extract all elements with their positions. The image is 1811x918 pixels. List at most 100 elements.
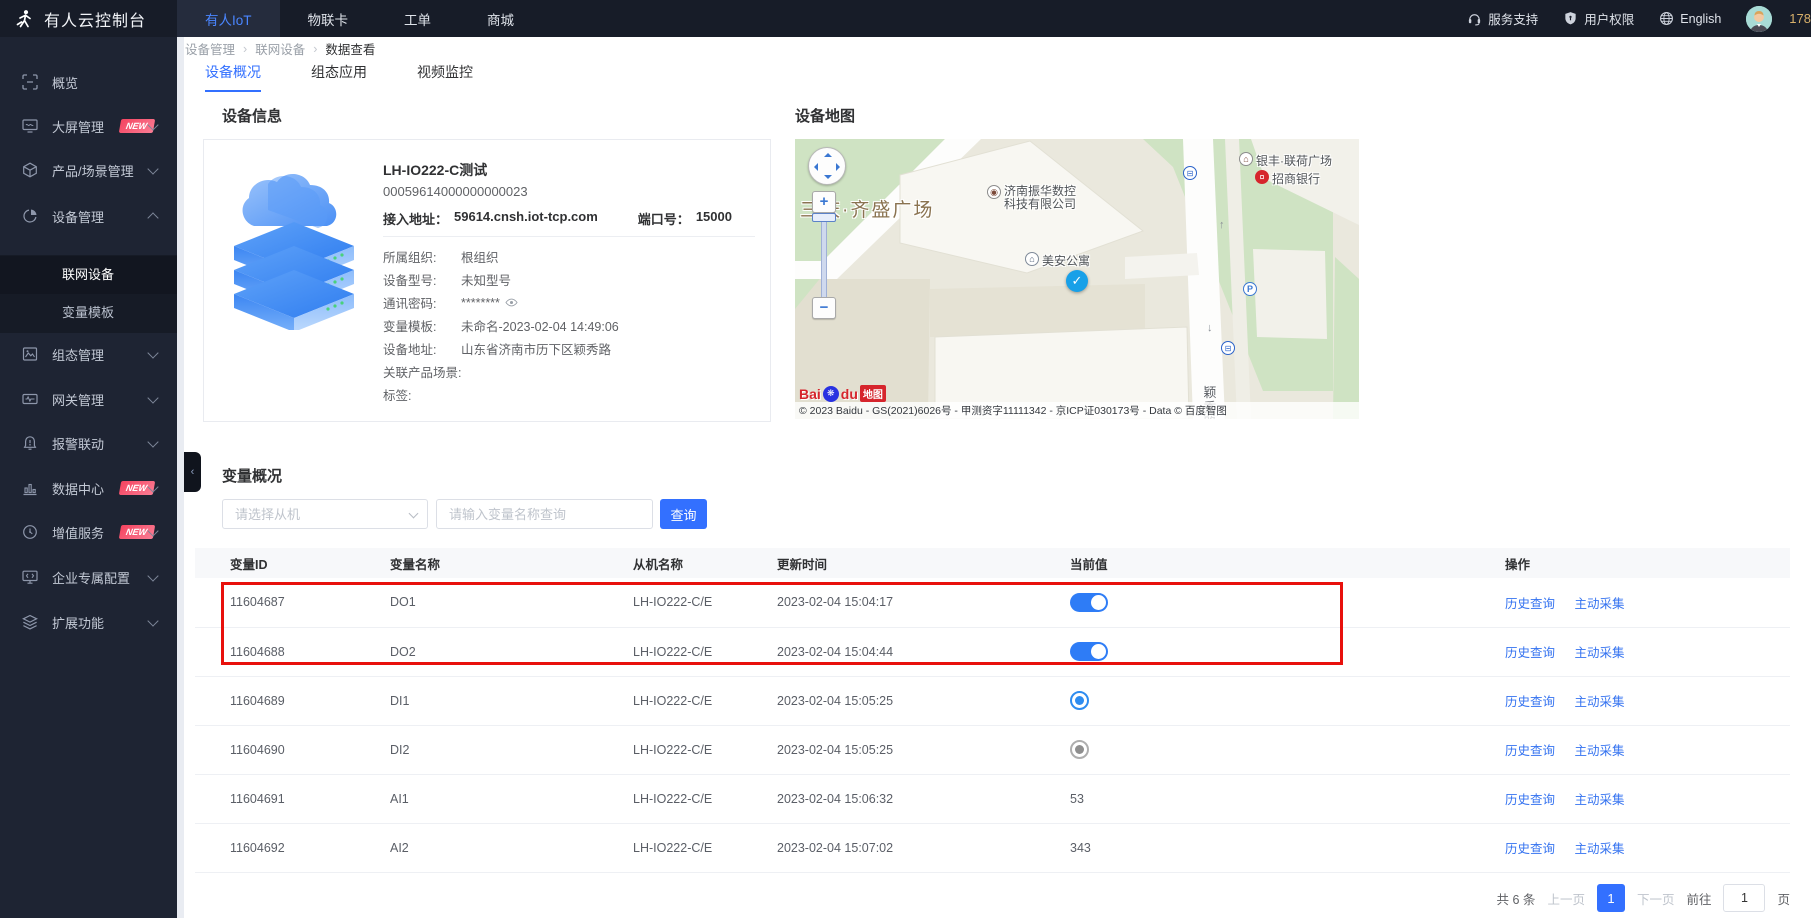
- search-button[interactable]: 查询: [660, 499, 707, 529]
- road-arrow-up: ↑: [1219, 219, 1225, 231]
- chevron-down-icon: [147, 347, 158, 358]
- monitor-code-icon: [22, 569, 38, 585]
- sidebar-item-screen-mgmt[interactable]: 大屏管理 NEW: [0, 107, 177, 145]
- tab-device-overview[interactable]: 设备概况: [205, 62, 261, 92]
- user-avatar[interactable]: [1746, 6, 1772, 32]
- sidebar-item-value-added-services[interactable]: 增值服务 NEW: [0, 513, 177, 551]
- active-collect-link[interactable]: 主动采集: [1575, 646, 1625, 660]
- avatar-image: [1746, 6, 1772, 32]
- tab-video-monitoring[interactable]: 视频监控: [417, 62, 473, 92]
- breadcrumb-device-mgmt[interactable]: 设备管理: [185, 39, 235, 58]
- active-collect-link[interactable]: 主动采集: [1575, 842, 1625, 856]
- zoom-slider-track[interactable]: [821, 217, 827, 299]
- eye-icon[interactable]: [505, 296, 518, 309]
- active-collect-link[interactable]: 主动采集: [1575, 597, 1625, 611]
- device-map-title: 设备地图: [795, 105, 855, 126]
- sidebar-item-extended-functions[interactable]: 扩展功能: [0, 603, 177, 641]
- port-value: 15000: [696, 209, 732, 228]
- slave-select-input[interactable]: [222, 499, 428, 529]
- page-tabs: 设备概况 组态应用 视频监控: [205, 62, 473, 92]
- baidu-paw-icon: ❋: [823, 386, 839, 402]
- sidebar-label: 网关管理: [52, 390, 104, 409]
- page-number-button[interactable]: 1: [1597, 884, 1625, 912]
- map-label-company: 济南振华数控科技有限公司: [1004, 185, 1076, 211]
- map-pan-control[interactable]: [808, 147, 846, 185]
- prev-page-button[interactable]: 上一页: [1547, 889, 1585, 908]
- sidebar-scrollbar[interactable]: [177, 37, 184, 918]
- port-label: 端口号：: [638, 209, 690, 228]
- pan-right-icon[interactable]: [836, 163, 840, 171]
- sidebar-item-scada-mgmt[interactable]: 组态管理: [0, 335, 177, 373]
- value-toggle-on[interactable]: [1070, 593, 1108, 612]
- nav-tab-mall[interactable]: 商城: [459, 0, 542, 37]
- breadcrumb-separator: ›: [313, 42, 317, 56]
- next-page-button[interactable]: 下一页: [1637, 889, 1675, 908]
- tab-scada-application[interactable]: 组态应用: [311, 62, 367, 92]
- field-variable-template: 变量模板: 未命名-2023-02-04 14:49:06: [383, 316, 619, 335]
- sidebar-item-gateway-mgmt[interactable]: 网关管理: [0, 380, 177, 418]
- variable-name-search[interactable]: [436, 499, 653, 529]
- active-collect-link[interactable]: 主动采集: [1575, 695, 1625, 709]
- bus-stop-icon: ⊟: [1221, 341, 1235, 355]
- history-query-link[interactable]: 历史查询: [1505, 695, 1555, 709]
- history-query-link[interactable]: 历史查询: [1505, 744, 1555, 758]
- sidebar-item-device-mgmt[interactable]: 设备管理: [0, 197, 177, 235]
- variable-id: 11604691: [195, 774, 390, 823]
- zoom-slider-thumb[interactable]: [812, 213, 836, 222]
- history-query-link[interactable]: 历史查询: [1505, 597, 1555, 611]
- pan-up-icon[interactable]: [824, 153, 832, 157]
- sidebar-label: 报警联动: [52, 434, 104, 453]
- active-collect-link[interactable]: 主动采集: [1575, 744, 1625, 758]
- support-menu[interactable]: 服务支持: [1467, 9, 1538, 28]
- zoom-out-button[interactable]: −: [812, 297, 836, 319]
- brand-logo[interactable]: 有人云控制台: [0, 0, 177, 37]
- sidebar-subitem-networked-devices[interactable]: 联网设备: [0, 256, 177, 294]
- meter-icon: [22, 524, 38, 540]
- history-query-link[interactable]: 历史查询: [1505, 793, 1555, 807]
- history-query-link[interactable]: 历史查询: [1505, 842, 1555, 856]
- sidebar-item-enterprise-config[interactable]: 企业专属配置: [0, 558, 177, 596]
- device-map[interactable]: 三庆·齐盛广场 ◉ 济南振华数控科技有限公司 ⌂ 美安公寓 ⌂ 银丰·联荷广场 …: [795, 139, 1359, 419]
- history-query-link[interactable]: 历史查询: [1505, 646, 1555, 660]
- globe-icon: [1659, 11, 1674, 26]
- variable-name-input[interactable]: [436, 499, 653, 529]
- nav-tab-iot-card[interactable]: 物联卡: [280, 0, 377, 37]
- parking-icon: P: [1243, 282, 1257, 296]
- username-text[interactable]: 178: [1789, 11, 1811, 26]
- sidebar-item-data-center[interactable]: 数据中心 NEW: [0, 469, 177, 507]
- poi-building-icon: ⌂: [1025, 252, 1039, 266]
- sidebar-collapse-handle[interactable]: ‹: [184, 452, 201, 492]
- value-number: 53: [1070, 774, 1505, 823]
- variable-name: AI2: [390, 823, 633, 872]
- shield-icon: [1563, 11, 1578, 26]
- goto-page-input[interactable]: [1723, 884, 1765, 912]
- sidebar-item-alarm-linkage[interactable]: 报警联动: [0, 424, 177, 462]
- map-copyright: © 2023 Baidu - GS(2021)6026号 - 甲测资字11111…: [795, 402, 1359, 419]
- active-collect-link[interactable]: 主动采集: [1575, 793, 1625, 807]
- slave-select[interactable]: [222, 499, 428, 529]
- variables-table: 变量ID 变量名称 从机名称 更新时间 当前值 操作 11604687 DO1 …: [195, 548, 1790, 873]
- col-current-value: 当前值: [1070, 548, 1505, 578]
- nav-tab-usr-iot[interactable]: 有人IoT: [177, 0, 280, 37]
- chevron-down-icon: [147, 436, 158, 447]
- pan-left-icon[interactable]: [814, 163, 818, 171]
- sidebar-subitem-variable-templates[interactable]: 变量模板: [0, 294, 177, 332]
- value-radio-on[interactable]: [1070, 691, 1089, 710]
- variable-name: DI2: [390, 725, 633, 774]
- table-row: 11604688 DO2 LH-IO222-C/E 2023-02-04 15:…: [195, 627, 1790, 676]
- field-device-model: 设备型号: 未知型号: [383, 270, 511, 289]
- sidebar-label: 设备管理: [52, 207, 104, 226]
- permission-menu[interactable]: 用户权限: [1563, 9, 1634, 28]
- device-location-marker[interactable]: ✓: [1066, 270, 1088, 292]
- value-toggle-on[interactable]: [1070, 642, 1108, 661]
- pan-down-icon[interactable]: [824, 175, 832, 179]
- breadcrumb-networked-devices[interactable]: 联网设备: [255, 39, 305, 58]
- sidebar-item-overview[interactable]: 概览: [0, 63, 177, 101]
- sidebar-item-product-scene[interactable]: 产品/场景管理: [0, 151, 177, 189]
- language-switch[interactable]: English: [1659, 11, 1721, 26]
- zoom-in-button[interactable]: +: [812, 191, 836, 213]
- permission-label: 用户权限: [1584, 9, 1634, 28]
- nav-tab-work-order[interactable]: 工单: [376, 0, 459, 37]
- value-radio-off[interactable]: [1070, 740, 1089, 759]
- toggle-knob: [1091, 595, 1106, 610]
